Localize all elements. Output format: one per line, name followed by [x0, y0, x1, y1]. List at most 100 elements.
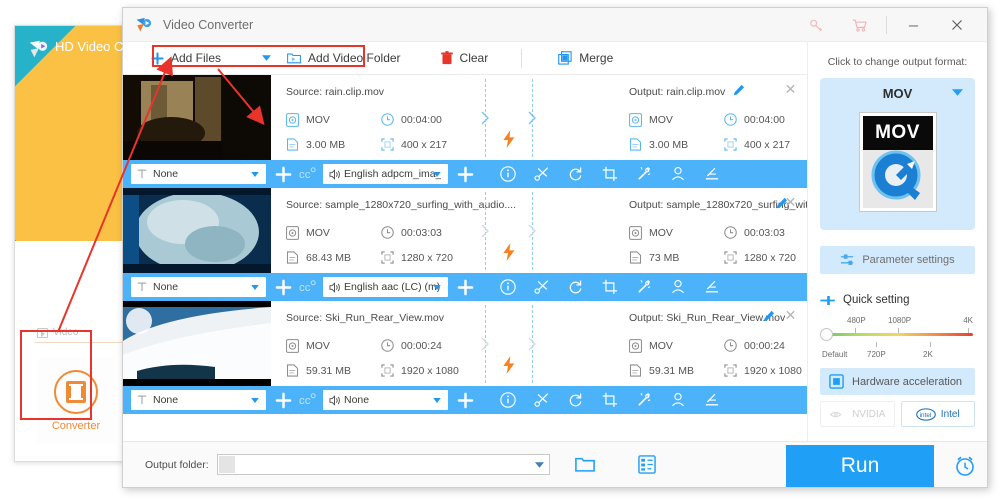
merge-button[interactable]: Merge — [558, 51, 613, 65]
add-audio-button[interactable] — [453, 388, 477, 412]
crop-icon[interactable] — [601, 166, 618, 183]
video-thumbnail[interactable] — [123, 301, 271, 386]
clear-button[interactable]: Clear — [440, 51, 488, 65]
chevron-down-icon[interactable] — [262, 55, 272, 61]
rotate-icon[interactable] — [567, 279, 584, 296]
edit-pencil-icon[interactable] — [763, 310, 775, 322]
watermark-icon[interactable] — [669, 279, 686, 296]
add-audio-button[interactable] — [453, 275, 477, 299]
closed-caption-button[interactable]: cc — [297, 276, 319, 298]
background-tile-converter[interactable]: Converter — [37, 358, 115, 444]
convert-bolt-icon — [503, 356, 515, 374]
subtitle-icon[interactable] — [703, 392, 720, 409]
effect-icon[interactable] — [635, 279, 652, 296]
source-duration: 00:00:24 — [381, 339, 442, 352]
open-folder-button[interactable] — [574, 454, 596, 476]
cut-icon[interactable] — [533, 279, 550, 296]
file-list[interactable]: Source: rain.clip.mov Output: rain.clip.… — [123, 75, 809, 423]
slider-label-1080p: 1080P — [888, 316, 912, 325]
size-text: 59.31 MB — [306, 364, 351, 377]
svg-text:cc: cc — [299, 169, 311, 181]
media-info-button[interactable] — [636, 454, 658, 476]
source-format: MOV — [286, 339, 330, 353]
chevron-down-icon[interactable] — [433, 284, 441, 290]
slider-label-480p: 480P — [847, 316, 866, 325]
toolbar-separator — [521, 48, 523, 68]
audio-track-select[interactable]: English adpcm_ima_ — [323, 164, 448, 184]
gpu-intel-button[interactable]: intel Intel — [900, 401, 975, 427]
info-icon[interactable] — [499, 279, 516, 296]
chevron-down-icon[interactable] — [433, 397, 441, 403]
key-icon[interactable] — [794, 8, 838, 42]
slider-knob[interactable] — [820, 328, 833, 341]
info-icon[interactable] — [499, 392, 516, 409]
gpu-nvidia-label: NVIDIA — [852, 408, 886, 420]
remove-file-button[interactable]: ✕ — [784, 308, 797, 322]
add-video-folder-button[interactable]: Add Video Folder — [287, 51, 401, 65]
file-list-item[interactable]: Source: Ski_Run_Rear_View.mov Output: Sk… — [123, 301, 809, 414]
rotate-icon[interactable] — [567, 392, 584, 409]
minimize-button[interactable] — [891, 8, 935, 42]
resolution-icon — [381, 364, 394, 377]
subtitle-select[interactable]: None — [131, 164, 266, 184]
plus-icon — [457, 392, 473, 408]
file-list-item[interactable]: Source: sample_1280x720_surfing_with_aud… — [123, 188, 809, 301]
remove-file-button[interactable]: ✕ — [784, 82, 797, 96]
size-text: 68.43 MB — [306, 251, 351, 264]
info-icon[interactable] — [499, 166, 516, 183]
subtitle-select[interactable]: None — [131, 277, 266, 297]
watermark-icon[interactable] — [669, 392, 686, 409]
bottom-bar: Output folder: Run — [123, 441, 987, 487]
parameter-settings-button[interactable]: Parameter settings — [820, 246, 975, 274]
chevron-right-icon — [528, 224, 536, 238]
crop-icon[interactable] — [601, 279, 618, 296]
quick-setting-row: Quick setting — [820, 294, 975, 306]
clock-icon — [724, 113, 737, 126]
audio-track-select[interactable]: English aac (LC) (m) — [323, 277, 448, 297]
source-size: 68.43 MB — [286, 251, 351, 264]
video-thumbnail[interactable] — [123, 75, 271, 160]
output-folder-select[interactable] — [216, 454, 550, 475]
add-audio-button[interactable] — [453, 162, 477, 186]
chevron-down-icon[interactable] — [251, 284, 259, 290]
source-duration: 00:03:03 — [381, 226, 442, 239]
crop-icon[interactable] — [601, 392, 618, 409]
chevron-down-icon[interactable] — [952, 89, 963, 96]
subtitle-select[interactable]: None — [131, 390, 266, 410]
close-button[interactable] — [935, 8, 979, 42]
file-list-item[interactable]: Source: rain.clip.mov Output: rain.clip.… — [123, 75, 809, 188]
slider-track[interactable] — [822, 333, 973, 336]
cut-icon[interactable] — [533, 166, 550, 183]
subtitle-icon[interactable] — [703, 166, 720, 183]
effect-icon[interactable] — [635, 166, 652, 183]
subtitle-icon[interactable] — [703, 279, 720, 296]
chevron-down-icon[interactable] — [433, 171, 441, 177]
resolution-slider[interactable]: 480P 1080P 4K Default 720P 2K — [820, 316, 975, 360]
add-subtitle-button[interactable] — [271, 162, 295, 186]
effect-icon[interactable] — [635, 392, 652, 409]
cart-icon[interactable] — [838, 8, 882, 42]
chevron-down-icon[interactable] — [251, 397, 259, 403]
closed-caption-button[interactable]: cc — [297, 163, 319, 185]
cc-icon: cc — [299, 280, 316, 294]
add-subtitle-button[interactable] — [271, 275, 295, 299]
video-thumbnail[interactable] — [123, 188, 271, 273]
hardware-acceleration-button[interactable]: Hardware acceleration — [820, 368, 975, 395]
output-format-card[interactable]: MOV MOV — [820, 78, 975, 230]
chevron-down-icon[interactable] — [251, 171, 259, 177]
add-subtitle-button[interactable] — [271, 388, 295, 412]
chevron-right-icon — [528, 111, 536, 125]
closed-caption-button[interactable]: cc — [297, 389, 319, 411]
watermark-icon[interactable] — [669, 166, 686, 183]
audio-track-select[interactable]: None — [323, 390, 448, 410]
chevron-down-icon[interactable] — [534, 461, 544, 468]
remove-file-button[interactable]: ✕ — [784, 195, 797, 209]
output-resolution: 1920 x 1080 — [724, 364, 802, 377]
gpu-nvidia-button[interactable]: NVIDIA — [820, 401, 895, 427]
rotate-icon[interactable] — [567, 166, 584, 183]
schedule-button[interactable] — [953, 454, 977, 478]
nvidia-icon — [830, 411, 842, 417]
edit-pencil-icon[interactable] — [733, 84, 745, 96]
cut-icon[interactable] — [533, 392, 550, 409]
run-button[interactable]: Run — [786, 445, 934, 487]
